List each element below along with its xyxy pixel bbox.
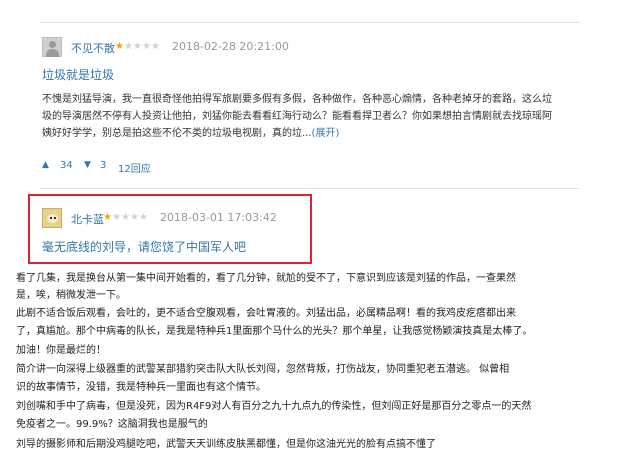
star-icon: ★ bbox=[121, 212, 130, 223]
star-icon: ★ bbox=[142, 41, 151, 52]
review-title-link[interactable]: 垃圾就是垃圾 bbox=[42, 66, 114, 83]
top-divider bbox=[40, 22, 580, 23]
body-line: 是，唉，稍微发泄一下。 bbox=[16, 290, 126, 301]
star-icon: ★ bbox=[139, 212, 148, 223]
star-rating: ★ ★ ★ ★ ★ bbox=[103, 212, 158, 223]
upvote-count: 34 bbox=[60, 160, 73, 171]
replies-link[interactable]: 12回应 bbox=[118, 160, 151, 175]
body-line: 识的故事情节，没错，我是特种兵一里面也有这个情节。 bbox=[16, 382, 266, 393]
body-line: 此剧不适合饭后观看，会吐的，更不适合空腹观看，会吐胃液的。刘猛出品，必属精品啊！… bbox=[16, 308, 516, 319]
star-icon: ★ bbox=[124, 41, 133, 52]
user-avatar[interactable] bbox=[42, 37, 62, 57]
body-line: 了，真尴尬。那个中病毒的队长，是我是特种兵1里面那个马什么的光头？那个单星，让我… bbox=[16, 326, 533, 337]
star-icon: ★ bbox=[112, 212, 121, 223]
review-text-line: 圾的导演居然不停有人投资让他拍，刘猛你能去看看红海行动么？能看看捍卫者么？你如果… bbox=[42, 111, 552, 122]
star-icon: ★ bbox=[133, 41, 142, 52]
star-icon: ★ bbox=[151, 41, 160, 52]
review-author[interactable]: 北卡蓝 bbox=[71, 211, 104, 227]
review-text-line: 姨好好学学，别总是拍这些不伦不类的垃圾电视剧，真的垃...(展开) bbox=[42, 127, 339, 141]
star-icon: ★ bbox=[103, 212, 112, 223]
expand-link[interactable]: (展开) bbox=[312, 128, 340, 139]
body-line: 免疫者之一。99.9%？这脑洞我也是服气的 bbox=[16, 419, 208, 430]
review-divider bbox=[40, 188, 580, 189]
body-line: 看了几集，我是换台从第一集中间开始看的，看了几分钟，就尬的受不了，下意识到应该是… bbox=[16, 273, 516, 284]
review-time: 2018-03-01 17:03:42 bbox=[160, 211, 277, 224]
review-title-link[interactable]: 毫无底线的刘导，请您饶了中国军人吧 bbox=[42, 238, 246, 255]
body-line: 刘创嘴和手中了病毒，但是没死，因为R4F9对人有百分之九十九点九的传染性，但刘闯… bbox=[16, 401, 532, 412]
vote-bar: ▲ 34 ▼ 3 12回应 bbox=[42, 160, 182, 175]
user-avatar[interactable] bbox=[42, 208, 62, 228]
review-text-snippet: 姨好好学学，别总是拍这些不伦不类的垃圾电视剧，真的垃... bbox=[42, 128, 312, 139]
review-text-line: 不愧是刘猛导演，我一直很奇怪他拍得军旅剧要多假有多假，各种做作，各种恶心煽情，各… bbox=[42, 94, 552, 105]
body-line: 刘导的摄影师和后期没鸡腿吃吧，武警天天训练皮肤黑都懂，但是你这油光光的脸有点搞不… bbox=[16, 439, 436, 450]
body-line: 简介讲一向深得上级器重的武警某部猎豹突击队大队长刘闯，忽然背叛，打伤战友，协同重… bbox=[16, 364, 510, 375]
downvote-count: 3 bbox=[100, 160, 107, 171]
body-line: 加油！你是最烂的！ bbox=[16, 345, 106, 356]
review-time: 2018-02-28 20:21:00 bbox=[172, 40, 289, 53]
review-author[interactable]: 不见不散 bbox=[71, 40, 115, 56]
star-icon: ★ bbox=[130, 212, 139, 223]
star-rating: ★ ★ ★ ★ ★ bbox=[115, 41, 170, 52]
star-icon: ★ bbox=[115, 41, 124, 52]
triangle-down-icon[interactable]: ▼ bbox=[84, 160, 91, 170]
triangle-up-icon[interactable]: ▲ bbox=[42, 160, 49, 170]
